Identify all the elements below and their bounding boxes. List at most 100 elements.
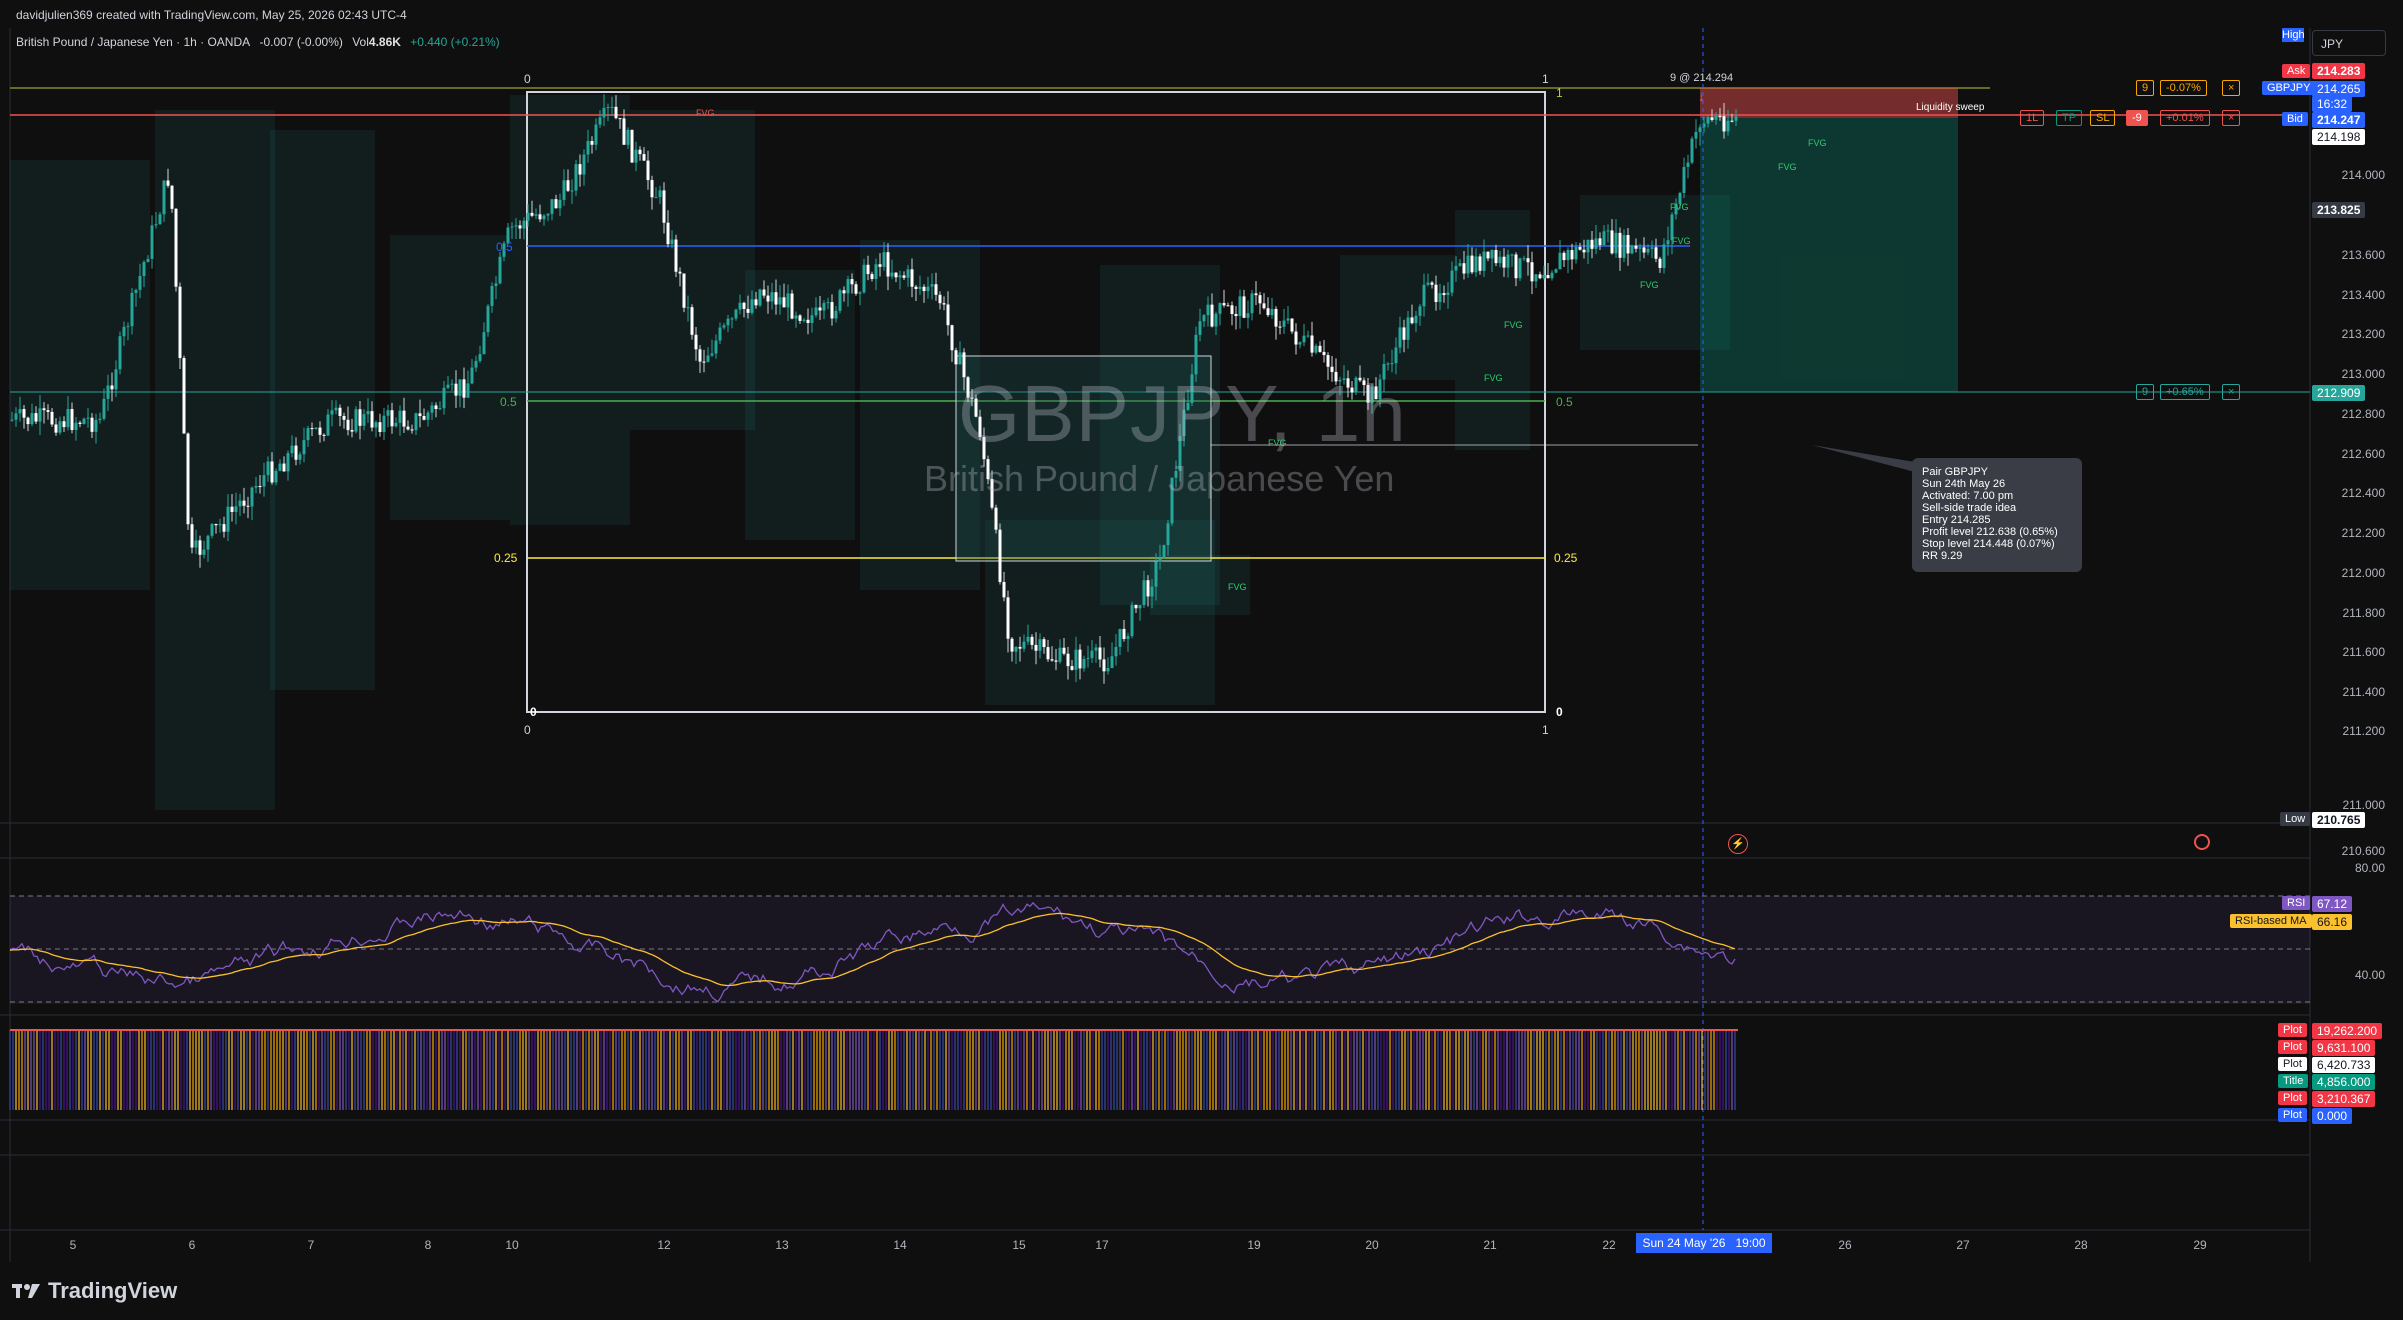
candle-body	[778, 297, 782, 305]
candle-body	[34, 413, 38, 422]
candle-body	[1462, 263, 1466, 274]
bid-label: Bid	[2282, 112, 2308, 126]
candle-body	[1434, 284, 1438, 302]
order-top-qty[interactable]: 9	[2136, 80, 2155, 96]
candle-body	[86, 417, 90, 419]
candle-body	[138, 276, 142, 290]
candle-body	[1082, 658, 1086, 669]
order-mid-qty[interactable]: -9	[2126, 110, 2148, 126]
candle-body	[378, 422, 382, 433]
candle-body	[1514, 254, 1518, 279]
trade-info-box[interactable]: Pair GBPJPY Sun 24th May 26 Activated: 7…	[1912, 458, 2082, 572]
rsi-band	[10, 896, 2310, 1004]
candle-body	[1050, 659, 1054, 661]
candle-body	[1210, 304, 1214, 327]
tp-button[interactable]: TP	[2056, 110, 2083, 126]
plot-label: Plot	[2278, 1057, 2307, 1071]
candle-body	[922, 286, 926, 292]
candle-body	[1266, 308, 1270, 316]
candle-body	[134, 289, 138, 293]
candle-body	[266, 461, 270, 476]
candle-body	[290, 445, 294, 454]
candle-body	[706, 355, 710, 362]
candle-body	[250, 487, 254, 507]
chart-canvas[interactable]	[0, 0, 2403, 1320]
candle-body	[746, 308, 750, 313]
plot-label: Title	[2278, 1074, 2309, 1088]
price-axis-label: 213.600	[2341, 248, 2385, 262]
candle-body	[246, 505, 250, 507]
ask-value: 214.283	[2312, 63, 2366, 79]
candle-body	[1490, 249, 1494, 259]
order-mid-pct[interactable]: +0.01%	[2160, 110, 2210, 126]
candle-body	[758, 289, 762, 306]
order-mid-close[interactable]: ×	[2222, 110, 2241, 126]
candle-body	[1246, 313, 1250, 318]
order-low-qty[interactable]: 9	[2136, 384, 2155, 400]
order-mid-1l[interactable]: 1L	[2020, 110, 2045, 126]
candle-body	[1306, 335, 1310, 337]
candle-body	[118, 336, 122, 370]
candle-body	[422, 416, 426, 420]
candle-body	[158, 214, 162, 225]
candle-body	[1598, 238, 1602, 246]
candle-body	[658, 190, 662, 198]
candle-body	[1126, 636, 1130, 640]
candle-body	[1254, 293, 1258, 296]
candle-body	[890, 272, 894, 277]
candle-body	[1438, 293, 1442, 302]
candle-body	[38, 408, 42, 422]
candle-body	[1098, 647, 1102, 660]
candle-body	[1318, 345, 1322, 352]
order-low-close[interactable]: ×	[2222, 384, 2241, 400]
time-axis-label: 19	[1247, 1238, 1261, 1252]
candle-body	[526, 212, 530, 221]
candle-body	[470, 367, 474, 384]
fib-corner-bl: 0	[524, 723, 531, 737]
candle-body	[234, 506, 238, 512]
candle-body	[1530, 262, 1534, 282]
fib-label-0-left: 0	[530, 705, 537, 719]
candle-body	[142, 262, 146, 277]
rsi-axis-40: 40.00	[2354, 968, 2385, 982]
candle-body	[398, 410, 402, 423]
candle-body	[1510, 254, 1514, 256]
record-icon[interactable]	[2194, 834, 2210, 850]
candle-body	[390, 410, 394, 427]
candle-body	[298, 454, 302, 460]
candle-body	[1398, 327, 1402, 348]
fib-corner-tl: 0	[524, 72, 531, 86]
candle-body	[846, 279, 850, 294]
currency-button[interactable]: JPY	[2312, 30, 2386, 56]
candle-body	[666, 222, 670, 245]
order-top-close[interactable]: ×	[2222, 80, 2241, 96]
time-axis-label: 26	[1838, 1238, 1852, 1252]
candle-body	[110, 385, 114, 390]
candle-body	[442, 387, 446, 409]
price-axis-label: 211.600	[2342, 645, 2386, 659]
candle-body	[694, 334, 698, 350]
candle-body	[714, 340, 718, 354]
candle-body	[886, 252, 890, 277]
candle-body	[1250, 293, 1254, 314]
candle-body	[1422, 284, 1426, 307]
profit-zone[interactable]	[1700, 118, 1958, 392]
candle-body	[474, 360, 478, 368]
candle-body	[194, 540, 198, 548]
info-box-pointer	[1812, 445, 1915, 472]
time-axis-label: 13	[775, 1238, 789, 1252]
symbol-legend[interactable]: British Pound / Japanese Yen · 1h · OAND…	[16, 35, 506, 49]
symbol-name[interactable]: British Pound / Japanese Yen · 1h · OAND…	[16, 35, 250, 49]
candle-body	[622, 118, 626, 145]
sl-button[interactable]: SL	[2090, 110, 2116, 126]
fvg-label: FVG	[1672, 236, 1691, 246]
candle-body	[1158, 558, 1162, 562]
order-low-pct[interactable]: +0.65%	[2160, 384, 2210, 400]
order-top-pct[interactable]: -0.07%	[2160, 80, 2207, 96]
flash-icon[interactable]: ⚡	[1728, 834, 1748, 854]
candle-body	[1162, 545, 1166, 559]
time-axis-label: 12	[657, 1238, 671, 1252]
time-axis-label: 10	[505, 1238, 519, 1252]
tradingview-logo[interactable]: TradingView	[12, 1278, 177, 1304]
candle-body	[1046, 647, 1050, 660]
